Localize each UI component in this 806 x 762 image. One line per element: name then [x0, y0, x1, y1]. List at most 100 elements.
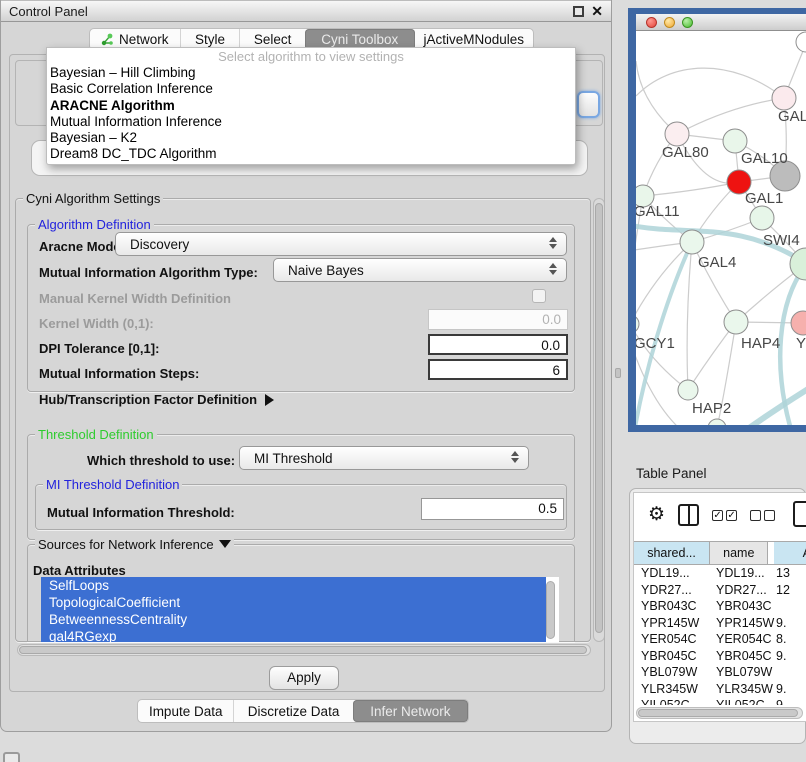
table-hscroll-thumb[interactable] — [638, 709, 798, 717]
bottom-tab-infer-network[interactable]: Infer Network — [353, 700, 468, 722]
cell: 12 — [776, 583, 806, 597]
float-window-icon[interactable] — [573, 6, 584, 17]
bottom-tab-discretize-data[interactable]: Discretize Data — [233, 700, 352, 722]
apply-button[interactable]: Apply — [269, 666, 339, 690]
network-node[interactable] — [791, 311, 806, 335]
cell: YER054C — [641, 632, 711, 646]
column-header-name[interactable]: name — [710, 542, 768, 564]
close-traffic-light[interactable] — [646, 17, 657, 28]
mi-threshold-label: Mutual Information Threshold: — [47, 505, 235, 520]
network-node[interactable] — [708, 419, 726, 425]
cell: YBR045C — [641, 649, 711, 663]
select-all-checkboxes-icon[interactable]: ✓✓ — [712, 510, 737, 521]
algorithm-definition-title: Algorithm Definition — [35, 217, 154, 232]
table-row[interactable]: YBR045CYBR045C9. — [634, 649, 806, 666]
column-layout-icon[interactable] — [678, 504, 699, 526]
attributes-list-scrollbar[interactable] — [546, 581, 555, 639]
network-edge — [677, 98, 784, 134]
control-panel-window: Control Panel ✕ NetworkStyleSelectCyni T… — [0, 0, 612, 732]
network-node[interactable] — [772, 86, 796, 110]
bottom-tab-impute-data[interactable]: Impute Data — [138, 700, 233, 722]
kernel-width-input[interactable]: 0.0 — [428, 309, 568, 330]
table-row[interactable]: YDR27...YDR27...12 — [634, 583, 806, 600]
node-label: HAP4 — [741, 335, 780, 352]
network-node[interactable] — [678, 380, 698, 400]
table-header-row: shared...name A — [634, 541, 806, 565]
export-table-icon[interactable] — [793, 501, 806, 527]
cell: YLR345W — [641, 682, 711, 696]
manual-kernel-label: Manual Kernel Width Definition — [39, 291, 231, 306]
table-settings-gear-icon[interactable]: ⚙ — [648, 505, 665, 525]
tab-label: Discretize Data — [248, 704, 340, 719]
which-threshold-value: MI Threshold — [254, 451, 333, 466]
mi-steps-input[interactable]: 6 — [428, 359, 568, 380]
algorithm-browse-button[interactable] — [577, 91, 600, 118]
algorithm-option[interactable]: Dream8 DC_TDC Algorithm — [47, 146, 575, 162]
dpi-tolerance-input[interactable]: 0.0 — [428, 334, 568, 355]
node-label: GCY1 — [636, 335, 675, 352]
column-header-A[interactable]: A — [774, 542, 806, 564]
attribute-item[interactable]: gal4RGexp — [41, 628, 546, 642]
algorithm-option[interactable]: Mutual Information Inference — [47, 114, 575, 130]
cell: YIL052C — [641, 698, 711, 705]
settings-horizontal-scrollbar[interactable] — [17, 644, 591, 656]
network-edge — [643, 182, 739, 196]
node-label: HAP2 — [692, 400, 731, 417]
table-row[interactable]: YDL19...YDL19...13 — [634, 566, 806, 583]
collapsed-panel-icon[interactable] — [3, 752, 20, 762]
hub-definition-toggle[interactable]: Hub/Transcription Factor Definition — [39, 392, 274, 407]
cell: YDR27... — [641, 583, 711, 597]
settings-hscroll-thumb[interactable] — [19, 646, 587, 654]
tab-label: Infer Network — [370, 704, 450, 719]
mi-steps-label: Mutual Information Steps: — [39, 366, 199, 381]
panel-splitter-handle[interactable] — [615, 368, 621, 378]
network-node[interactable] — [636, 315, 639, 333]
table-panel-inner: ⚙ ✓✓ shared...name A YDL19...YDL19...13YD… — [633, 492, 806, 722]
algorithm-option[interactable]: ARACNE Algorithm — [47, 98, 575, 114]
settings-vertical-scrollbar[interactable] — [593, 198, 605, 642]
mi-type-combo[interactable]: Naive Bayes — [273, 258, 567, 282]
cell: 9. — [776, 682, 806, 696]
minimize-traffic-light[interactable] — [664, 17, 675, 28]
column-header-shared...[interactable]: shared... — [634, 542, 710, 564]
table-row[interactable]: YER054CYER054C8. — [634, 632, 806, 649]
aracne-mode-label: Aracne Mode: — [39, 239, 125, 254]
algorithm-option[interactable]: Bayesian – Hill Climbing — [47, 65, 575, 81]
network-node[interactable] — [724, 310, 748, 334]
cell: YBR043C — [716, 599, 786, 613]
table-row[interactable]: YIL052CYIL052C9. — [634, 698, 806, 705]
network-view-window: GALGAL80GAL10GAL1GAL11SWI4GAL4GCY1HAP4YH… — [628, 8, 806, 432]
network-edge-highlighted — [742, 389, 806, 425]
aracne-mode-combo[interactable]: Discovery — [115, 232, 567, 256]
attribute-item[interactable]: BetweennessCentrality — [41, 611, 546, 628]
attribute-item[interactable]: SelfLoops — [41, 577, 546, 594]
attribute-item[interactable]: TopologicalCoefficient — [41, 594, 546, 611]
node-label: SWI4 — [763, 232, 800, 249]
tab-label: Style — [195, 32, 225, 47]
sources-toggle[interactable]: Sources for Network Inference — [35, 537, 234, 552]
window-title: Control Panel — [9, 4, 88, 19]
table-row[interactable]: YPR145WYPR145W9. — [634, 616, 806, 633]
mi-type-label: Mutual Information Algorithm Type: — [39, 265, 258, 280]
close-icon[interactable]: ✕ — [591, 4, 603, 18]
table-row[interactable]: YBL079WYBL079W — [634, 665, 806, 682]
zoom-traffic-light[interactable] — [682, 17, 693, 28]
network-node[interactable] — [665, 122, 689, 146]
deselect-all-checkboxes-icon[interactable] — [750, 510, 775, 521]
network-node[interactable] — [750, 206, 774, 230]
mi-threshold-input[interactable]: 0.5 — [421, 498, 564, 520]
network-canvas[interactable]: GALGAL80GAL10GAL1GAL11SWI4GAL4GCY1HAP4YH… — [636, 31, 806, 425]
cell: 9. — [776, 649, 806, 663]
which-threshold-combo[interactable]: MI Threshold — [239, 446, 529, 470]
algorithm-option[interactable]: Bayesian – K2 — [47, 130, 575, 146]
table-horizontal-scrollbar[interactable] — [636, 707, 803, 719]
algorithm-option[interactable]: Basic Correlation Inference — [47, 81, 575, 97]
manual-kernel-checkbox[interactable] — [532, 289, 546, 303]
network-node[interactable] — [796, 32, 806, 52]
table-row[interactable]: YLR345WYLR345W9. — [634, 682, 806, 699]
tab-label: Cyni Toolbox — [321, 32, 398, 47]
settings-vscroll-thumb[interactable] — [595, 203, 603, 633]
spinner-arrows-icon — [549, 263, 557, 275]
table-row[interactable]: YBR043CYBR043C — [634, 599, 806, 616]
network-node[interactable] — [680, 230, 704, 254]
